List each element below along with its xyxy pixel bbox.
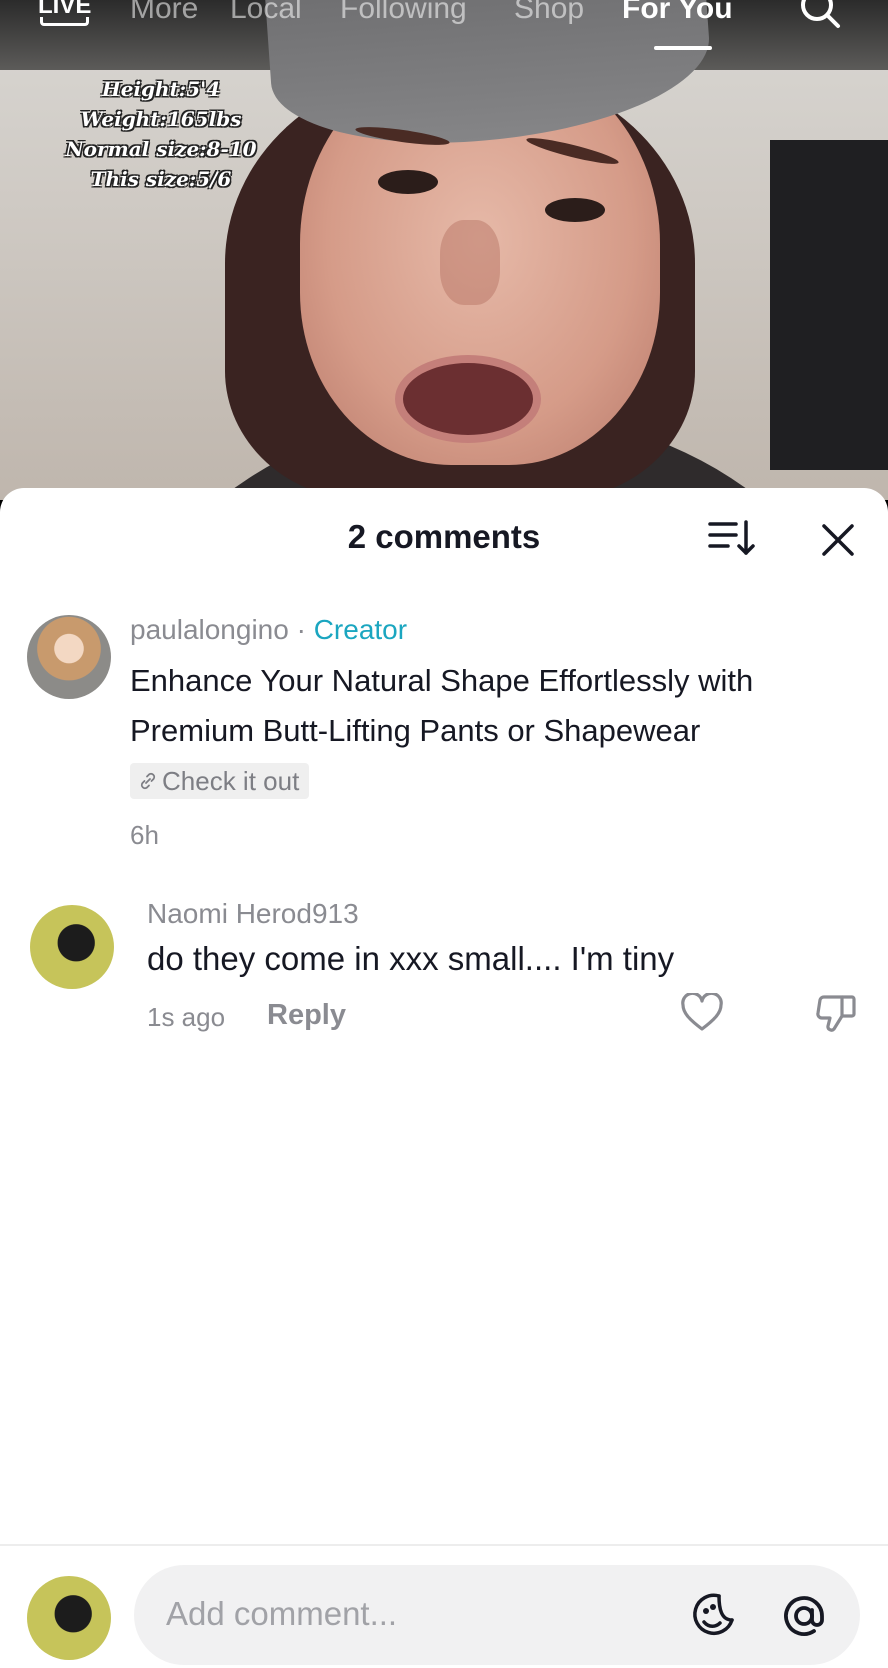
sort-icon[interactable] [708,518,756,558]
video-person-eye [378,170,438,194]
tab-shop[interactable]: Shop [514,0,584,26]
comment-text: do they come in xxx small.... I'm tiny [147,940,675,977]
comment-timestamp: 6h [130,820,159,850]
tab-more[interactable]: More [130,0,198,26]
emoji-icon[interactable] [689,1590,739,1640]
current-user-avatar [27,1576,111,1660]
comment-input[interactable]: Add comment... [134,1565,860,1665]
dislike-icon[interactable] [814,991,858,1035]
separator: · [296,614,306,645]
link-icon [140,772,156,790]
comment-author[interactable]: paulalongino · Creator [130,614,407,646]
video-person-mouth [395,355,541,443]
video-text-overlay: Height:5'4 Weight:165lbs Normal size:8-1… [56,74,266,194]
search-icon[interactable] [798,0,842,30]
video-person-nose [440,220,500,305]
check-it-out-link[interactable]: Check it out [130,763,310,799]
avatar[interactable] [27,615,111,699]
link-label: Check it out [162,765,300,796]
heart-icon[interactable] [680,993,724,1033]
overlay-line-height: Height:5'4 [101,77,221,101]
comment-input-placeholder: Add comment... [166,1595,398,1632]
overlay-line-weight: Weight:165lbs [80,107,242,131]
live-button[interactable]: LIVE [38,0,91,26]
creator-badge: Creator [313,614,408,645]
tab-local[interactable]: Local [230,0,302,26]
composer-divider [0,1544,888,1546]
tab-following[interactable]: Following [340,0,467,26]
video-person-eye [545,198,605,222]
username[interactable]: Naomi Herod913 [147,898,359,930]
comment-timestamp: 1s ago [147,1002,226,1032]
video-player[interactable]: Height:5'4 Weight:165lbs Normal size:8-1… [0,0,888,500]
top-navigation: LIVE More Local Following Shop For You [0,0,888,42]
overlay-line-this-size: This size:5/6 [90,167,232,191]
active-tab-indicator [654,46,712,50]
username[interactable]: paulalongino [130,614,289,645]
video-background-panel [770,140,888,470]
avatar[interactable] [30,905,114,989]
comment-text: Enhance Your Natural Shape Effortlessly … [130,663,754,748]
comments-sheet: 2 comments paulalongino · Creator Enhanc… [0,488,888,1668]
overlay-line-normal-size: Normal size:8-10 [65,137,257,161]
tab-for-you[interactable]: For You [622,0,733,26]
at-icon[interactable] [778,1590,830,1642]
reply-button[interactable]: Reply [267,999,346,1032]
close-icon[interactable] [818,520,858,560]
